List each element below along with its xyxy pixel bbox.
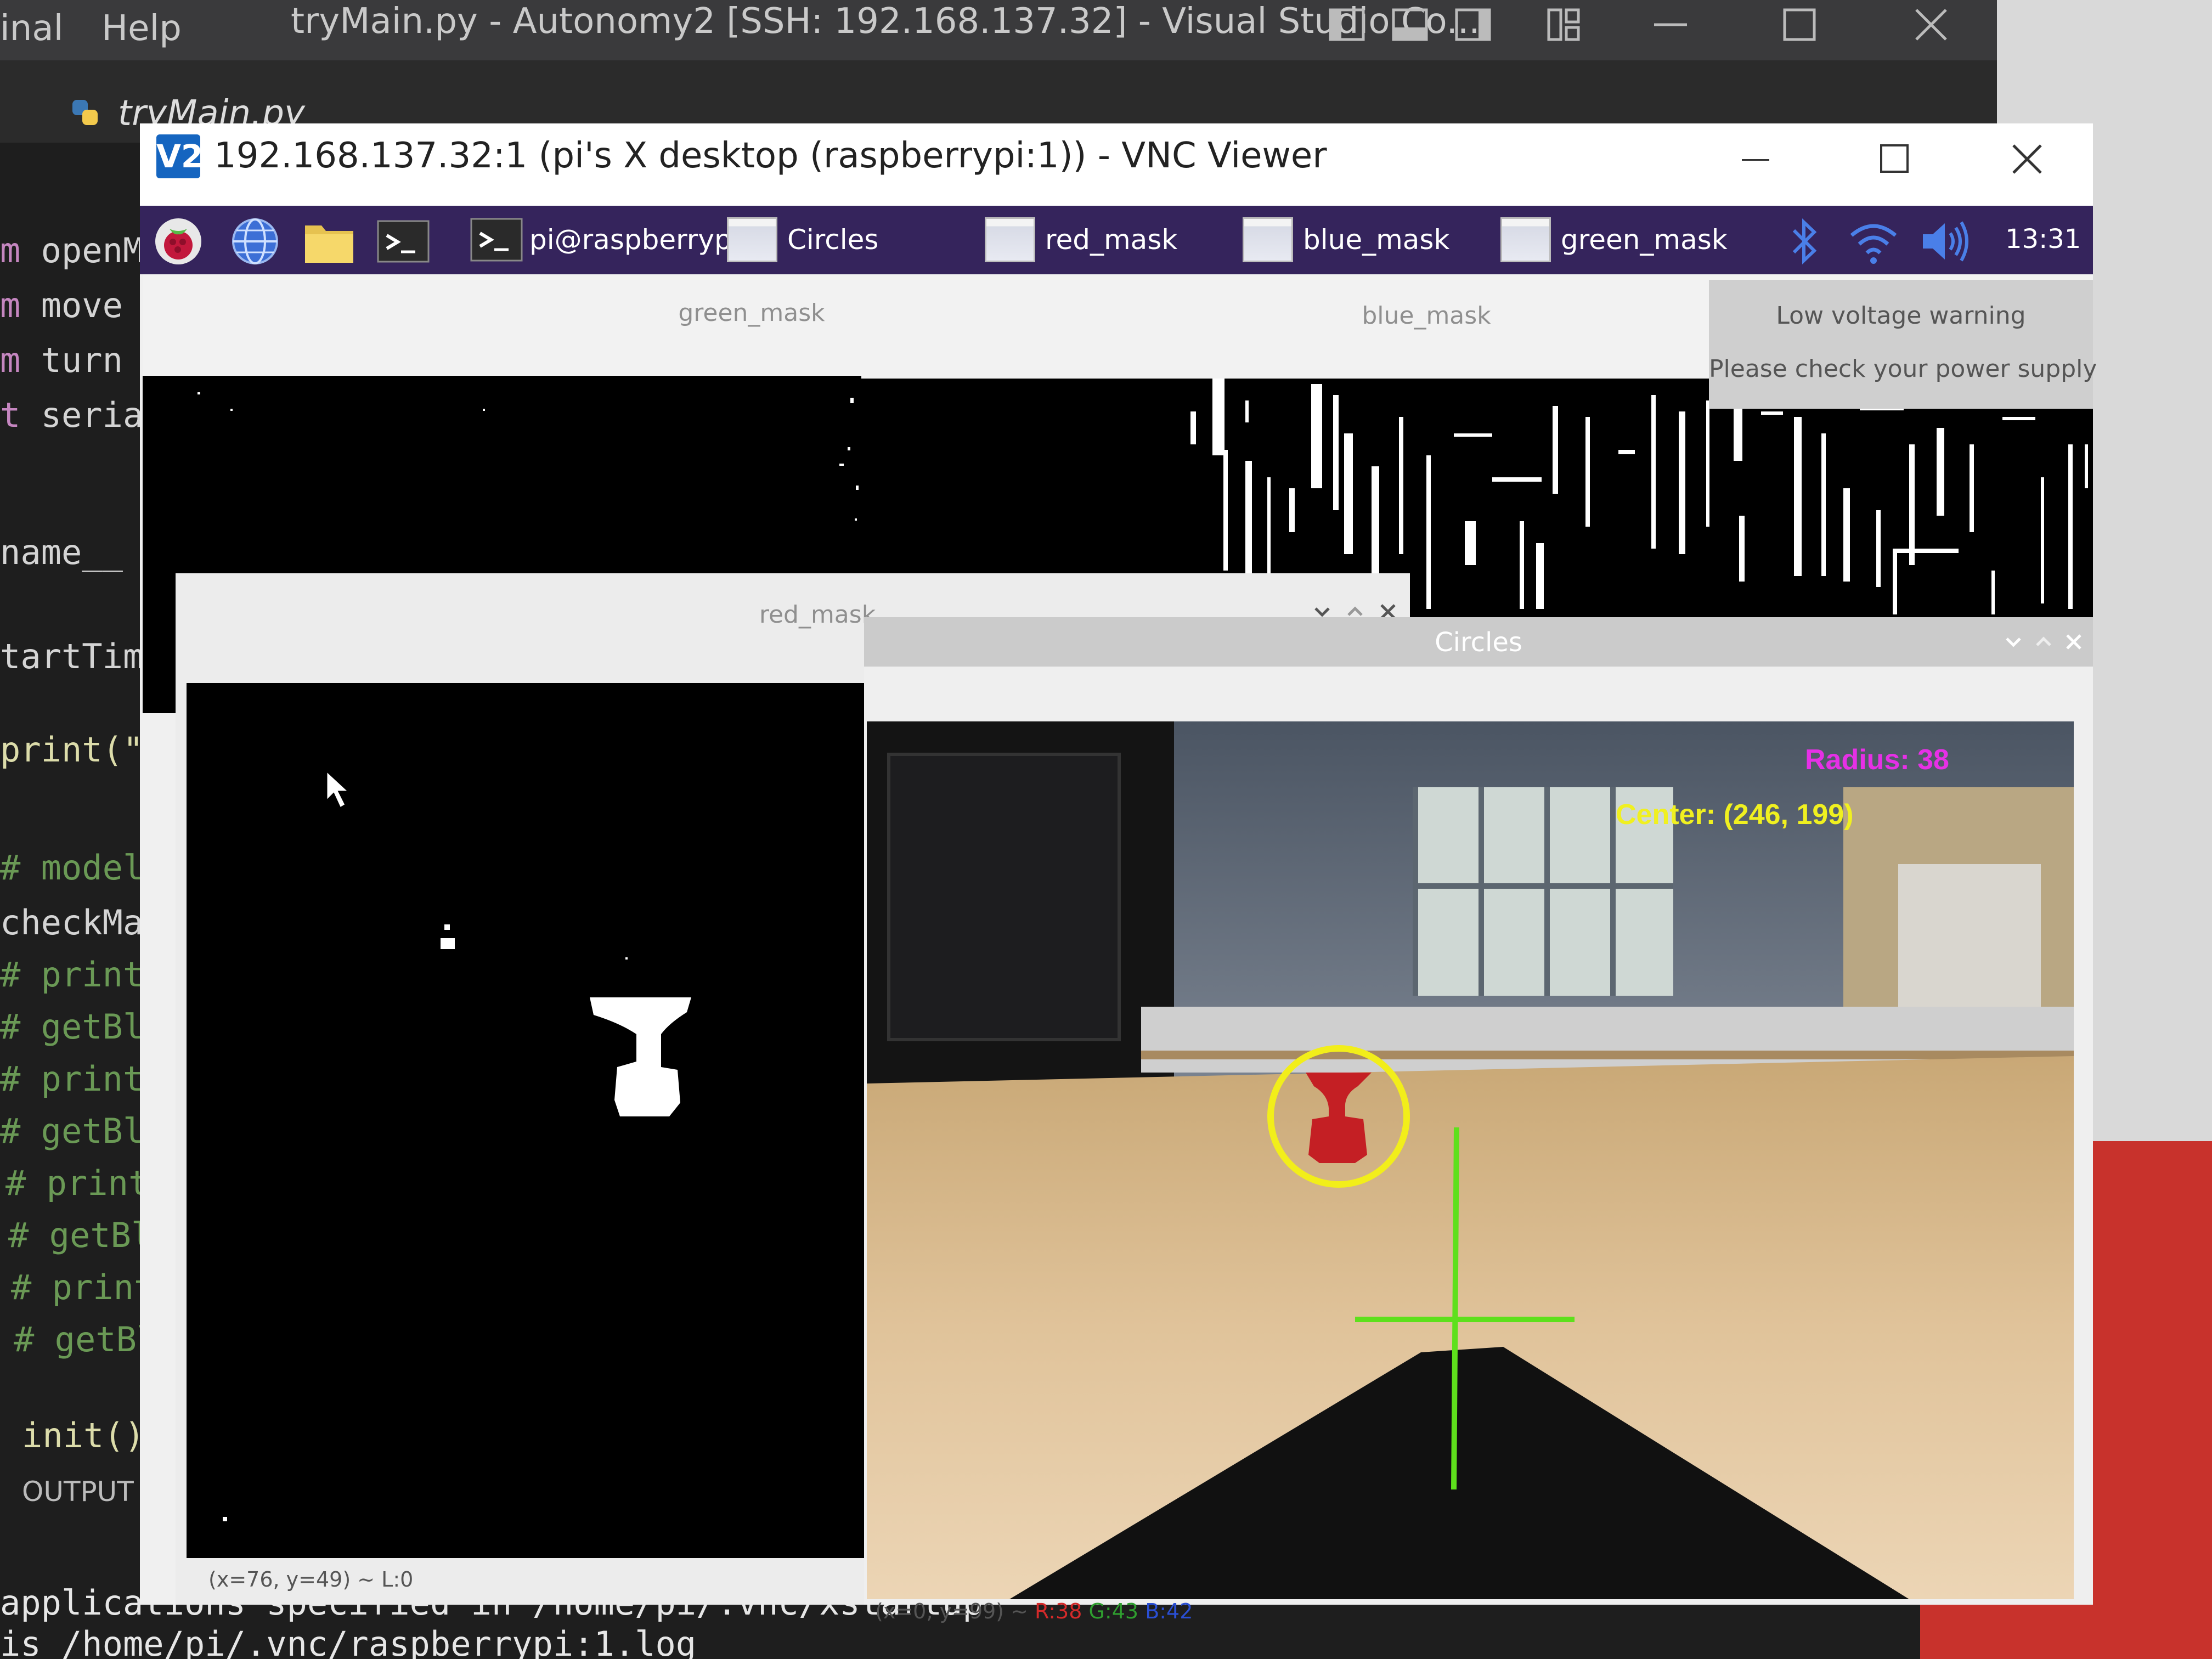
code-line: # print( [0, 955, 164, 995]
overlay-radius-text: Radius: 38 [1805, 744, 1949, 776]
status-coords: (x=0, y=99) ~ [875, 1599, 1035, 1623]
window-icon [1243, 217, 1293, 262]
status-blue-value: B:42 [1145, 1599, 1193, 1623]
mouse-cursor-icon [325, 769, 351, 810]
minimize-icon[interactable] [1651, 5, 1690, 44]
taskbar-item-red-mask[interactable]: red_mask [985, 213, 1177, 266]
code-line: # print( [0, 1059, 164, 1099]
window-title: blue_mask [1362, 302, 1491, 330]
terminal-icon[interactable] [376, 217, 431, 266]
menu-help[interactable]: Help [101, 8, 182, 49]
code-line: checkMas [0, 902, 164, 943]
bluetooth-icon[interactable] [1786, 217, 1824, 266]
code-line: m turn [0, 340, 123, 380]
toggle-primary-sidebar-icon[interactable] [1328, 5, 1366, 44]
wifi-icon[interactable] [1846, 217, 1901, 266]
volume-icon[interactable] [1917, 217, 1972, 266]
raspberry-pi-taskbar: pi@raspberrypi:... Circles red_mask blue… [140, 206, 2093, 274]
code-line: m openM [0, 230, 144, 270]
code-line: print("S [0, 730, 164, 770]
chevron-up-icon[interactable] [2033, 631, 2055, 653]
status-red-value: R:38 [1035, 1599, 1082, 1623]
close-icon[interactable] [2063, 631, 2085, 653]
vscode-window-title: tryMain.py - Autonomy2 [SSH: 192.168.137… [291, 1, 1480, 42]
code-line: tartTim [0, 636, 144, 676]
status-green-value: G:43 [1088, 1599, 1139, 1623]
taskbar-item-blue-mask[interactable]: blue_mask [1243, 213, 1449, 266]
vnc-close-button[interactable] [2008, 140, 2046, 178]
menu-terminal[interactable]: inal [0, 8, 63, 49]
low-voltage-notification[interactable]: Low voltage warning Please check your po… [1709, 280, 2097, 409]
code-line: # model( [0, 848, 164, 888]
window-title: green_mask [678, 299, 825, 327]
code-line: t seria [0, 395, 144, 435]
file-manager-icon[interactable] [302, 217, 357, 266]
circles-window[interactable]: Circles Radius: 38 Center: (246, 199) (x… [864, 617, 2093, 1623]
customize-layout-icon[interactable] [1544, 5, 1583, 44]
vscode-titlebar: inal Help tryMain.py - Autonomy2 [SSH: 1… [0, 0, 1997, 60]
maximize-icon[interactable] [1780, 5, 1819, 44]
taskbar-item-label: red_mask [1045, 224, 1178, 256]
code-line: # getBlo [0, 1111, 164, 1151]
circles-titlebar[interactable]: Circles [864, 617, 2093, 667]
window-icon [727, 217, 777, 262]
vnc-maximize-button[interactable] [1880, 144, 1909, 173]
camera-feed: Radius: 38 Center: (246, 199) [867, 721, 2074, 1599]
browser-globe-icon[interactable] [228, 217, 283, 266]
vnc-window-title: 192.168.137.32:1 (pi's X desktop (raspbe… [214, 136, 1327, 176]
code-line: m move [0, 285, 123, 325]
raspberry-menu-icon[interactable] [151, 217, 206, 266]
vnc-minimize-button[interactable] [1742, 159, 1769, 161]
window-icon [1500, 217, 1551, 262]
circles-status-bar: (x=0, y=99) ~ R:38 G:43 B:42 [875, 1599, 1193, 1623]
toggle-panel-icon[interactable] [1391, 5, 1429, 44]
notification-title: Low voltage warning [1776, 302, 2026, 330]
chevron-down-icon[interactable] [2002, 631, 2024, 653]
vnc-logo-icon: V2 [156, 134, 203, 178]
taskbar-item-label: blue_mask [1303, 224, 1450, 256]
taskbar-item-green-mask[interactable]: green_mask [1500, 213, 1728, 266]
vnc-titlebar: V2 192.168.137.32:1 (pi's X desktop (ras… [140, 123, 2093, 206]
terminal-icon [470, 218, 523, 262]
red-mask-status-bar: (x=76, y=49) ~ L:0 [208, 1567, 414, 1592]
red-mask-image [187, 683, 867, 1558]
window-title: red_mask [759, 601, 876, 629]
python-file-icon [72, 100, 98, 125]
window-icon [985, 217, 1035, 262]
panel-clock[interactable]: 13:31 [2005, 224, 2081, 255]
taskbar-item-circles[interactable]: Circles [727, 213, 878, 266]
close-icon[interactable] [1912, 5, 1950, 44]
code-line: init() [22, 1415, 145, 1455]
overlay-center-text: Center: (246, 199) [1616, 799, 1854, 831]
terminal-line: is /home/pi/.vnc/raspberrypi:1.log [0, 1624, 697, 1659]
panel-tab-output[interactable]: OUTPUT [22, 1476, 134, 1508]
taskbar-item-label: green_mask [1561, 224, 1728, 256]
vnc-viewer-window: V2 192.168.137.32:1 (pi's X desktop (ras… [140, 123, 2097, 1623]
taskbar-item-label: Circles [787, 224, 879, 256]
code-line: # getBlo [0, 1007, 164, 1047]
notification-message: Please check your power supply [1709, 355, 2097, 383]
toggle-secondary-sidebar-icon[interactable] [1454, 5, 1492, 44]
window-title: Circles [1435, 627, 1522, 658]
code-line: name__ [0, 532, 123, 572]
